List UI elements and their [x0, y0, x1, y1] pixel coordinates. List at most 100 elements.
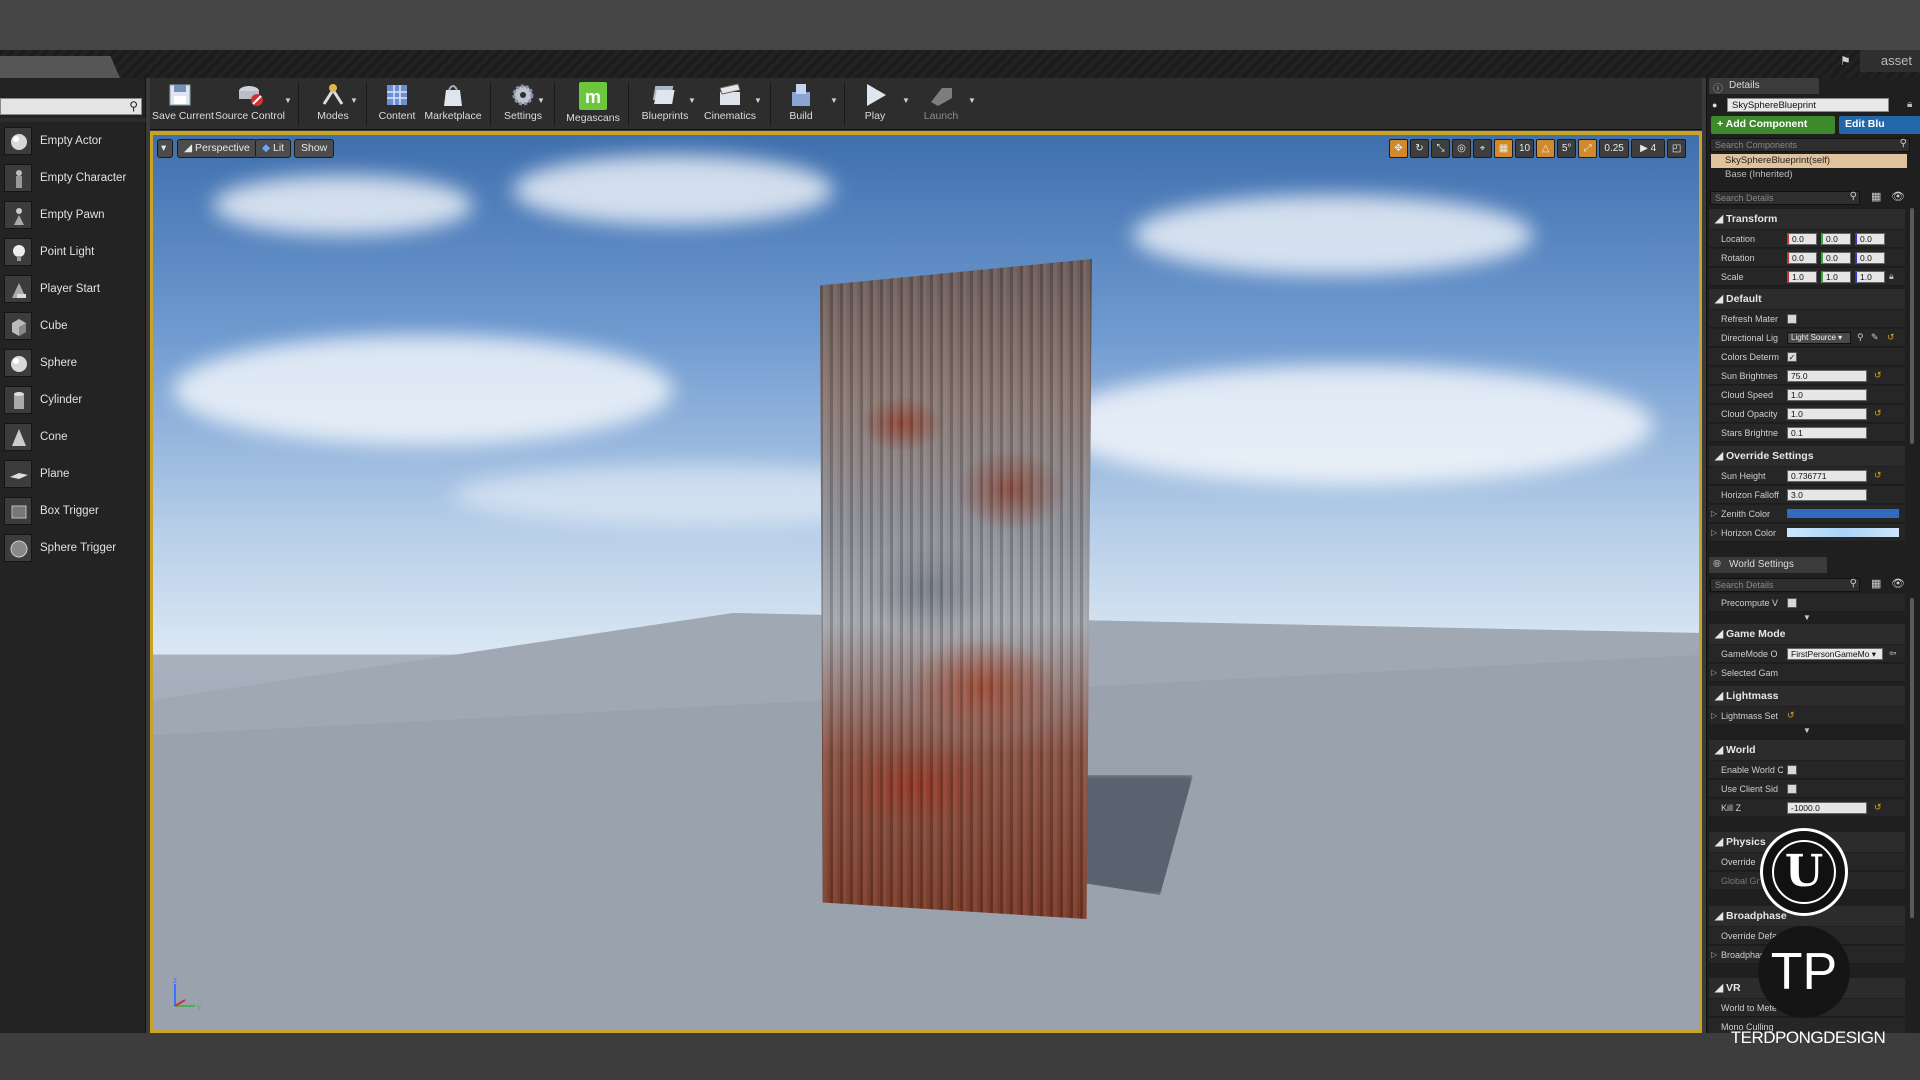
lock-icon[interactable]: 🔒︎ — [1907, 99, 1912, 110]
flag-icon[interactable]: ⚑ — [1840, 54, 1856, 68]
directional-light-combo[interactable]: Light Source ▾ — [1787, 332, 1851, 344]
angle-icon[interactable]: △ — [1536, 139, 1556, 158]
rotation-x-field[interactable]: 0.0 — [1787, 252, 1817, 264]
grid-snap-value[interactable]: 10 — [1515, 139, 1535, 158]
location-z-field[interactable]: 0.0 — [1855, 233, 1885, 245]
level-tab[interactable] — [0, 56, 120, 78]
place-item[interactable]: Empty Pawn — [4, 198, 144, 232]
search-components-input[interactable]: Search Components ⚲ — [1710, 138, 1910, 152]
place-item[interactable]: Plane — [4, 457, 144, 491]
expand-icon[interactable]: ▷ — [1711, 668, 1717, 677]
place-item[interactable]: Player Start — [4, 272, 144, 306]
marketplace-button[interactable]: Marketplace — [422, 80, 484, 128]
scale-y-field[interactable]: 1.0 — [1821, 271, 1851, 283]
component-base[interactable]: Base (Inherited) — [1725, 169, 1793, 180]
grid-view-icon[interactable]: ▦ — [1871, 190, 1881, 203]
reset-icon[interactable]: ↺ — [1874, 802, 1882, 813]
world-icon[interactable]: ◎ — [1452, 139, 1471, 158]
move-icon[interactable]: ✥ — [1389, 139, 1408, 158]
cloud-speed-field[interactable]: 1.0 — [1787, 389, 1867, 401]
refresh-material-checkbox[interactable] — [1787, 314, 1797, 324]
launch-button[interactable]: Launch — [916, 80, 966, 128]
section-lightmass[interactable]: ◢ Lightmass — [1709, 686, 1905, 706]
cloud-opacity-field[interactable]: 1.0 — [1787, 408, 1867, 420]
chevron-down-icon[interactable]: ▼ — [968, 96, 976, 105]
arrow-left-icon[interactable]: ⇦ — [1889, 648, 1897, 659]
edit-blueprint-button[interactable]: Edit Blu — [1839, 116, 1920, 134]
grid-view-icon[interactable]: ▦ — [1871, 577, 1881, 590]
content-button[interactable]: Content — [372, 80, 422, 128]
play-button[interactable]: Play — [850, 80, 900, 128]
build-button[interactable]: Build — [776, 80, 826, 128]
actor-name-field[interactable]: SkySphereBlueprint — [1727, 98, 1889, 112]
reset-icon[interactable]: ↺ — [1874, 408, 1882, 419]
viewport-options-button[interactable]: ▾ — [157, 139, 173, 158]
world-search-details-input[interactable]: Search Details ⚲ — [1710, 578, 1860, 592]
place-item[interactable]: Cone — [4, 420, 144, 454]
place-item[interactable]: Sphere — [4, 346, 144, 380]
rusted-corrugated-wall[interactable] — [820, 259, 1092, 919]
chevron-down-icon[interactable]: ▼ — [688, 96, 696, 105]
grid-icon[interactable]: ▦ — [1494, 139, 1513, 158]
megascans-button[interactable]: m Megascans — [562, 80, 624, 128]
camera-speed[interactable]: ▶ 4 — [1631, 139, 1666, 158]
rotation-label[interactable]: Rotation — [1721, 253, 1783, 263]
show-button[interactable]: Show — [294, 139, 335, 158]
rotation-y-field[interactable]: 0.0 — [1821, 252, 1851, 264]
section-default[interactable]: ◢ Default — [1709, 289, 1905, 309]
expand-icon[interactable]: ▷ — [1711, 509, 1717, 518]
expand-icon[interactable]: ▷ — [1711, 950, 1717, 959]
location-x-field[interactable]: 0.0 — [1787, 233, 1817, 245]
blueprints-button[interactable]: Blueprints — [634, 80, 696, 128]
chevron-down-icon[interactable]: ▼ — [754, 96, 762, 105]
chevron-down-icon[interactable]: ▼ — [350, 96, 358, 105]
horizon-color-swatch[interactable] — [1787, 528, 1899, 537]
sun-brightness-field[interactable]: 75.0 — [1787, 370, 1867, 382]
lock-icon[interactable]: 🔒︎ — [1889, 271, 1894, 282]
tab-world-settings[interactable]: 🌐︎ World Settings — [1709, 557, 1827, 573]
place-item[interactable]: Cube — [4, 309, 144, 343]
colors-determined-checkbox[interactable]: ✓ — [1787, 352, 1797, 362]
scale-x-field[interactable]: 1.0 — [1787, 271, 1817, 283]
chevron-down-icon[interactable]: ▼ — [830, 96, 838, 105]
place-item[interactable]: Cylinder — [4, 383, 144, 417]
world-settings-scrollbar[interactable] — [1910, 598, 1914, 918]
sun-height-field[interactable]: 0.736771 — [1787, 470, 1867, 482]
source-control-button[interactable]: Source Control — [214, 80, 286, 128]
enable-world-checkbox[interactable] — [1787, 765, 1797, 775]
place-item[interactable]: Empty Actor — [4, 124, 144, 158]
perspective-button[interactable]: ◢ Perspective — [177, 139, 257, 158]
place-item[interactable]: Empty Character — [4, 161, 144, 195]
place-item[interactable]: Point Light — [4, 235, 144, 269]
location-label[interactable]: Location — [1721, 234, 1783, 244]
browse-icon[interactable]: ⚲ — [1857, 332, 1864, 343]
advanced-expander-icon[interactable]: ▼ — [1803, 726, 1811, 735]
location-y-field[interactable]: 0.0 — [1821, 233, 1851, 245]
horizon-falloff-field[interactable]: 3.0 — [1787, 489, 1867, 501]
scale-label[interactable]: Scale — [1721, 272, 1783, 282]
surface-snap-icon[interactable]: ⌖ — [1473, 139, 1492, 158]
advanced-expander-icon[interactable]: ▼ — [1803, 613, 1811, 622]
level-viewport[interactable]: ▾ ◢ Perspective ◆ Lit Show ✥ ↻ ⤡ ◎ ⌖ ▦ 1… — [150, 131, 1702, 1033]
reset-icon[interactable]: ↺ — [1887, 332, 1895, 343]
place-item[interactable]: Box Trigger — [4, 494, 144, 528]
tab-details[interactable]: ⓘ Details — [1709, 78, 1819, 95]
scale-snap-icon[interactable]: ⤢ — [1578, 139, 1598, 158]
chevron-down-icon[interactable]: ▼ — [284, 96, 292, 105]
use-client-side-checkbox[interactable] — [1787, 784, 1797, 794]
kill-z-field[interactable]: -1000.0 — [1787, 802, 1867, 814]
eye-icon[interactable]: 👁︎ — [1891, 577, 1905, 590]
place-search-input[interactable]: ⚲ — [0, 98, 142, 115]
rotation-z-field[interactable]: 0.0 — [1855, 252, 1885, 264]
reset-icon[interactable]: ↺ — [1787, 710, 1795, 721]
section-transform[interactable]: ◢ Transform — [1709, 209, 1905, 229]
reset-icon[interactable]: ↺ — [1874, 470, 1882, 481]
lit-button[interactable]: ◆ Lit — [255, 139, 292, 158]
chevron-down-icon[interactable]: ▼ — [537, 96, 545, 105]
gamemode-override-combo[interactable]: FirstPersonGameMo ▾ — [1787, 648, 1883, 660]
component-self[interactable]: SkySphereBlueprint(self) — [1711, 154, 1907, 168]
details-scrollbar[interactable] — [1910, 208, 1914, 444]
place-item[interactable]: Sphere Trigger — [4, 531, 144, 565]
rotate-icon[interactable]: ↻ — [1410, 139, 1429, 158]
expand-icon[interactable]: ▷ — [1711, 528, 1717, 537]
